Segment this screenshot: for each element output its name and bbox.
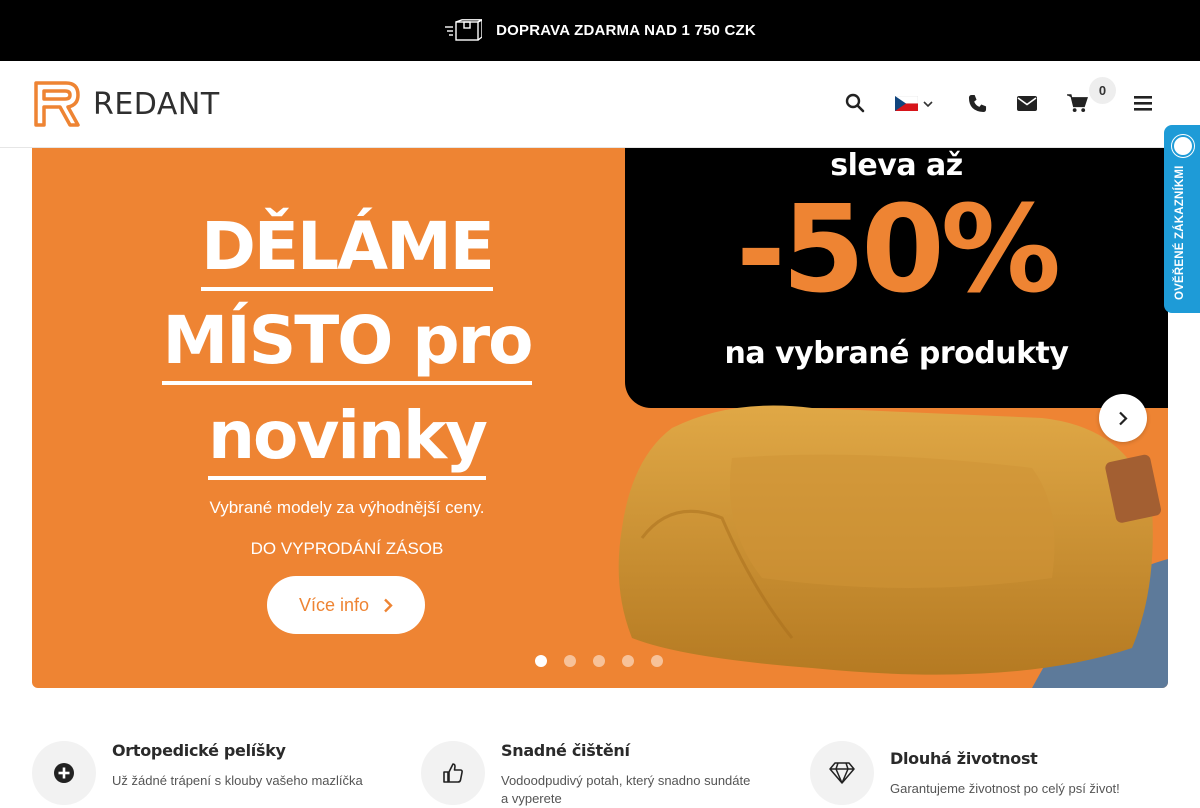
feature-description: Garantujeme životnost po celý psí život!: [890, 781, 1120, 796]
search-icon: [845, 93, 865, 113]
mail-icon: [1017, 95, 1037, 111]
logo-text: REDANT: [93, 86, 220, 122]
headline-line-2: MÍSTO pro: [112, 296, 582, 386]
carousel-dot[interactable]: [651, 655, 663, 667]
feature-icon-circle: [421, 741, 485, 805]
site-header: REDANT 0: [0, 61, 1200, 148]
features-row: Ortopedické pelíšky Už žádné trápení s k…: [0, 720, 1200, 806]
hero-subtitle: Vybrané modely za výhodnější ceny.: [209, 498, 485, 517]
carousel-next-button[interactable]: [1099, 394, 1147, 442]
free-shipping-text: DOPRAVA ZDARMA NAD 1 750 CZK: [496, 22, 756, 39]
flag-cz-icon: [895, 96, 918, 111]
promo-discount-value: -50%: [735, 181, 1061, 320]
plus-circle-icon: [54, 763, 74, 783]
feature-icon-circle: [810, 741, 874, 805]
language-selector[interactable]: [895, 96, 933, 111]
verified-badge-text: OVĚŘENÉ ZÁKAZNÍKMI: [1174, 165, 1186, 300]
feature-title: Snadné čištění: [501, 741, 630, 760]
hero-banner[interactable]: sleva až -50% na vybrané produkty DĚLÁME…: [32, 148, 1168, 688]
more-info-button[interactable]: Více info: [267, 576, 425, 634]
carousel-dot[interactable]: [593, 655, 605, 667]
verified-seal-icon: [1172, 135, 1194, 157]
logo[interactable]: REDANT: [33, 80, 220, 128]
dog-bed-image: [618, 405, 1168, 688]
feature-title: Dlouhá životnost: [890, 749, 1038, 768]
email-button[interactable]: [1015, 91, 1039, 115]
carousel-dot[interactable]: [564, 655, 576, 667]
diamond-icon: [829, 762, 855, 784]
announcement-bar: DOPRAVA ZDARMA NAD 1 750 CZK: [0, 0, 1200, 61]
search-button[interactable]: [843, 91, 867, 115]
chevron-down-icon: [923, 100, 933, 107]
cart-button[interactable]: [1065, 91, 1089, 115]
cart-icon: [1066, 93, 1088, 112]
headline-line-1: DĚLÁME: [112, 202, 582, 292]
delivery-box-icon: [445, 18, 483, 41]
feature-description: Už žádné trápení s klouby vašeho mazlíčk…: [112, 773, 363, 788]
thumbs-up-icon: [443, 763, 463, 783]
discount-promo-box: sleva až -50% na vybrané produkty: [625, 148, 1168, 408]
redant-logo-mark: [34, 81, 80, 127]
headline-line-3: novinky: [112, 391, 582, 481]
carousel-dots: [535, 655, 663, 667]
feature-title: Ortopedické pelíšky: [112, 741, 286, 760]
menu-icon: [1134, 95, 1152, 111]
chevron-right-icon: [384, 598, 393, 612]
carousel-dot[interactable]: [622, 655, 634, 667]
feature-icon-circle: [32, 741, 96, 805]
chevron-right-icon: [1119, 411, 1128, 425]
phone-button[interactable]: [965, 91, 989, 115]
feature-description: Vodoodpudivý potah, který snadno sundáte…: [501, 773, 751, 806]
hero-note: DO VYPRODÁNÍ ZÁSOB: [250, 539, 444, 558]
carousel-dot[interactable]: [535, 655, 547, 667]
promo-bottom-text: na vybrané produkty: [724, 336, 1069, 371]
more-info-label: Více info: [298, 594, 370, 615]
verified-by-customers-badge[interactable]: OVĚŘENÉ ZÁKAZNÍKMI: [1164, 125, 1200, 313]
phone-icon: [968, 94, 986, 112]
menu-button[interactable]: [1131, 91, 1155, 115]
cart-count-badge: 0: [1089, 77, 1116, 104]
